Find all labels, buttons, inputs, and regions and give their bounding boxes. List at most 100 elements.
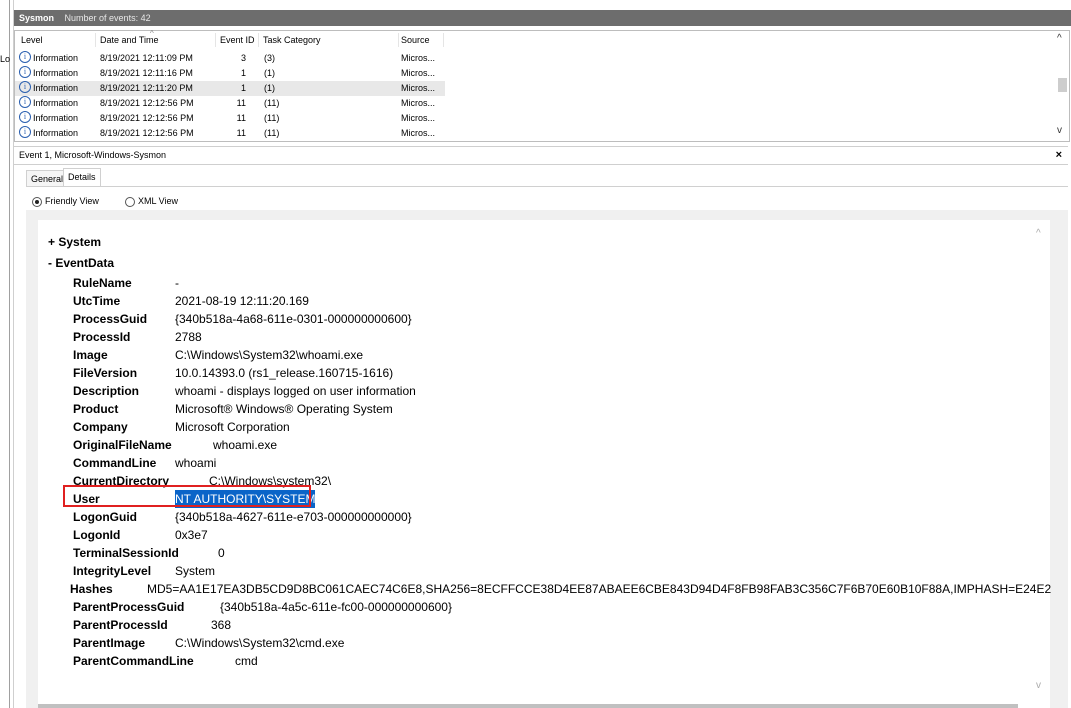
log-header: Sysmon Number of events: 42 bbox=[14, 10, 1071, 26]
scroll-up-icon[interactable]: ^ bbox=[1057, 33, 1062, 44]
friendly-view-label[interactable]: Friendly View bbox=[45, 196, 99, 206]
field-name: Company bbox=[73, 420, 128, 434]
tree-eventdata-node[interactable]: - EventData bbox=[48, 256, 114, 270]
event-id: 1 bbox=[240, 68, 246, 78]
event-source: Micros... bbox=[401, 98, 436, 108]
field-value[interactable]: {340b518a-4a5c-611e-fc00-000000000600} bbox=[220, 598, 452, 616]
information-icon: i bbox=[19, 51, 31, 63]
event-source: Micros... bbox=[401, 113, 436, 123]
event-detail-title: Event 1, Microsoft-Windows-Sysmon bbox=[19, 150, 167, 160]
field-value[interactable]: - bbox=[175, 274, 179, 292]
field-value[interactable]: whoami - displays logged on user informa… bbox=[175, 382, 416, 400]
field-name: LogonId bbox=[73, 528, 121, 542]
field-name: ParentImage bbox=[73, 636, 146, 650]
field-value[interactable]: MD5=AA1E17EA3DB5CD9D8BC061CAEC74C6E8,SHA… bbox=[147, 580, 1051, 598]
field-value[interactable]: {340b518a-4a68-611e-0301-000000000600} bbox=[175, 310, 412, 328]
scroll-up-icon[interactable]: ^ bbox=[1036, 228, 1041, 239]
event-datetime: 8/19/2021 12:11:20 PM bbox=[100, 83, 193, 93]
scroll-down-icon[interactable]: v bbox=[1036, 680, 1041, 691]
field-value[interactable]: Microsoft® Windows® Operating System bbox=[175, 400, 393, 418]
field-name: RuleName bbox=[73, 276, 132, 290]
friendly-view-content[interactable]: + System - EventData RuleName - UtcTime 202… bbox=[38, 220, 1051, 708]
column-event-id[interactable]: Event ID bbox=[220, 31, 255, 49]
details-scrollbar[interactable]: ^ v bbox=[1034, 228, 1048, 698]
field-name: Hashes bbox=[70, 582, 113, 596]
event-row[interactable]: i Information 8/19/2021 12:11:09 PM 3 (3) Mic… bbox=[15, 51, 445, 66]
event-level: Information bbox=[33, 53, 79, 63]
field-value[interactable]: 2021-08-19 12:11:20.169 bbox=[175, 292, 309, 310]
column-source[interactable]: Source bbox=[401, 31, 430, 49]
field-name: ParentProcessGuid bbox=[73, 600, 185, 614]
field-name: ParentProcessId bbox=[73, 618, 168, 632]
event-detail-header: Event 1, Microsoft-Windows-Sysmon × bbox=[14, 146, 1068, 165]
field-value[interactable]: whoami.exe bbox=[213, 436, 277, 454]
left-pane-edge: Lo bbox=[0, 0, 14, 708]
tree-system-node[interactable]: + System bbox=[48, 235, 101, 249]
highlight-box bbox=[63, 485, 311, 507]
scroll-thumb[interactable] bbox=[1058, 78, 1067, 92]
view-options: Friendly View XML View bbox=[30, 196, 330, 210]
field-value[interactable]: 2788 bbox=[175, 328, 202, 346]
event-row[interactable]: i Information 8/19/2021 12:12:56 PM 11 (11) M… bbox=[15, 96, 445, 111]
events-header: Level Date and Time ^ Event ID Task Cate… bbox=[15, 29, 1055, 49]
event-level: Information bbox=[33, 113, 79, 123]
event-source: Micros... bbox=[401, 68, 436, 78]
field-value[interactable]: 10.0.14393.0 (rs1_release.160715-1616) bbox=[175, 364, 393, 382]
event-category: (11) bbox=[264, 98, 280, 108]
field-value[interactable]: C:\Windows\System32\whoami.exe bbox=[175, 346, 363, 364]
event-datetime: 8/19/2021 12:12:56 PM bbox=[100, 128, 194, 138]
field-name: IntegrityLevel bbox=[73, 564, 152, 578]
xml-view-radio[interactable] bbox=[125, 197, 135, 207]
close-icon[interactable]: × bbox=[1056, 147, 1062, 164]
event-category: (3) bbox=[264, 53, 275, 63]
sort-ascending-icon: ^ bbox=[150, 29, 154, 38]
field-name: CommandLine bbox=[73, 456, 157, 470]
field-value[interactable]: C:\Windows\System32\cmd.exe bbox=[175, 634, 344, 652]
field-name: OriginalFileName bbox=[73, 438, 172, 452]
scroll-down-icon[interactable]: v bbox=[1057, 125, 1062, 136]
event-row[interactable]: i Information 8/19/2021 12:12:56 PM 11 (11) M… bbox=[15, 126, 445, 141]
column-task-category[interactable]: Task Category bbox=[263, 31, 321, 49]
event-id: 3 bbox=[240, 53, 246, 63]
event-row[interactable]: i Information 8/19/2021 12:12:56 PM 11 (11) M… bbox=[15, 111, 445, 126]
event-datetime: 8/19/2021 12:11:16 PM bbox=[100, 68, 193, 78]
tab-general[interactable]: General bbox=[26, 170, 69, 187]
event-row[interactable]: i Information 8/19/2021 12:11:20 PM 1 (1) Mic… bbox=[15, 81, 445, 96]
information-icon: i bbox=[19, 126, 31, 138]
friendly-view-radio[interactable] bbox=[32, 197, 42, 207]
tab-details[interactable]: Details bbox=[63, 168, 101, 187]
field-name: TerminalSessionId bbox=[73, 546, 179, 560]
field-name: UtcTime bbox=[73, 294, 121, 308]
xml-view-label[interactable]: XML View bbox=[138, 196, 178, 206]
field-value[interactable]: System bbox=[175, 562, 215, 580]
field-value[interactable]: {340b518a-4627-611e-e703-000000000000} bbox=[175, 508, 412, 526]
field-name: LogonGuid bbox=[73, 510, 137, 524]
event-id: 11 bbox=[236, 128, 246, 138]
field-name: Image bbox=[73, 348, 108, 362]
field-value[interactable]: cmd bbox=[235, 652, 258, 670]
event-datetime: 8/19/2021 12:11:09 PM bbox=[100, 53, 193, 63]
event-id: 1 bbox=[240, 83, 246, 93]
field-name: Description bbox=[73, 384, 140, 398]
field-name: FileVersion bbox=[73, 366, 138, 380]
event-source: Micros... bbox=[401, 128, 436, 138]
information-icon: i bbox=[19, 66, 31, 78]
column-level[interactable]: Level bbox=[21, 31, 43, 49]
event-category: (11) bbox=[264, 128, 280, 138]
field-value[interactable]: Microsoft Corporation bbox=[175, 418, 290, 436]
field-value[interactable]: 0x3e7 bbox=[175, 526, 208, 544]
event-category: (1) bbox=[264, 68, 275, 78]
horizontal-scrollbar[interactable] bbox=[38, 704, 1018, 708]
field-value[interactable]: whoami bbox=[175, 454, 216, 472]
information-icon: i bbox=[19, 111, 31, 123]
events-scrollbar[interactable]: ^ v bbox=[1055, 31, 1069, 141]
event-row[interactable]: i Information 8/19/2021 12:11:16 PM 1 (1) Mic… bbox=[15, 66, 445, 81]
events-list[interactable]: Level Date and Time ^ Event ID Task Cate… bbox=[14, 29, 1070, 142]
field-name: ProcessId bbox=[73, 330, 131, 344]
pane-divider[interactable] bbox=[9, 0, 10, 708]
field-value[interactable]: 368 bbox=[211, 616, 231, 634]
event-id: 11 bbox=[236, 98, 246, 108]
event-source: Micros... bbox=[401, 83, 436, 93]
field-name: Product bbox=[73, 402, 119, 416]
field-value[interactable]: 0 bbox=[218, 544, 225, 562]
